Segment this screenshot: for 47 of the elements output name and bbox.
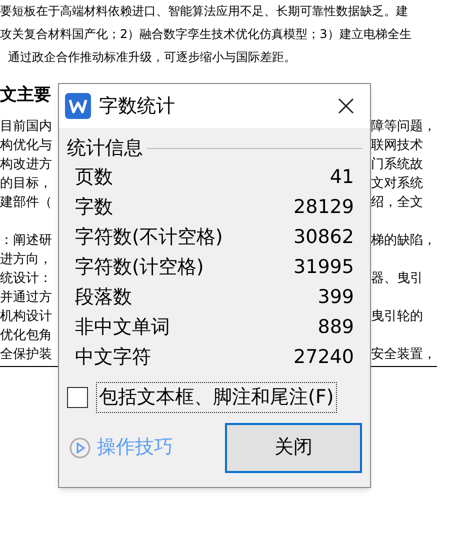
stat-label: 字符数(不计空格) [75, 224, 223, 250]
stat-label: 段落数 [75, 284, 132, 310]
window-title: 字数统计 [99, 94, 175, 119]
document-text: 建部件（ [0, 195, 52, 210]
stat-value: 30862 [294, 224, 354, 250]
stat-value: 889 [318, 314, 354, 340]
document-text: 的目标， [0, 176, 52, 191]
document-text: 障等问题， [371, 119, 436, 134]
document-text: 安全装置， [371, 347, 436, 362]
close-icon [338, 98, 354, 114]
stat-label: 页数 [75, 164, 113, 190]
stat-label: 非中文单词 [75, 314, 170, 340]
stat-label: 字数 [75, 194, 113, 220]
document-text: 构改进方 [0, 157, 52, 172]
section-heading: 文主要 [0, 84, 51, 107]
document-text: 联网技术 [371, 138, 423, 153]
document-text: 目前国内 [0, 119, 52, 134]
document-text: 机构设计 [0, 309, 52, 324]
include-checkbox[interactable] [67, 386, 88, 408]
document-line: 通过政企合作推动标准升级，可逐步缩小与国际差距。 [7, 49, 296, 66]
document-text: 并通过方 [0, 290, 52, 305]
group-label: 统计信息 [67, 136, 143, 160]
stat-value: 399 [318, 284, 354, 310]
document-text: 器、曳引 [371, 271, 423, 286]
document-text: 曳引轮的 [371, 309, 423, 324]
document-line: 攻关复合材料国产化；2）融合数字孪生技术优化仿真模型；3）建立电梯全生 [0, 26, 412, 43]
app-logo-icon [65, 93, 91, 119]
document-text: 梯的缺陷， [371, 233, 436, 248]
stat-value: 27240 [294, 344, 354, 370]
stat-value: 41 [330, 164, 354, 190]
checkbox-label: 包括文本框、脚注和尾注(F) [96, 382, 337, 412]
stat-label: 字符数(计空格) [75, 254, 204, 280]
document-text: 优化包角 [0, 328, 52, 343]
document-line: 要短板在于高端材料依赖进口、智能算法应用不足、长期可靠性数据缺乏。建 [0, 3, 408, 20]
document-text: ：阐述研 [0, 233, 52, 248]
stat-label: 中文字符 [75, 344, 151, 370]
document-text: 统设计： [0, 271, 52, 286]
stat-value: 28129 [294, 194, 354, 220]
document-text: 进方向， [0, 252, 52, 267]
document-text: 全保护装 [0, 347, 52, 362]
document-text: 文对系统 [371, 176, 423, 191]
document-text: 门系统故 [371, 157, 423, 172]
stat-value: 31995 [294, 254, 354, 280]
document-text: 绍，全文 [371, 195, 423, 210]
play-icon [69, 436, 91, 458]
document-text: 构优化与 [0, 138, 52, 153]
close-dialog-button[interactable]: 关闭 [225, 422, 362, 472]
